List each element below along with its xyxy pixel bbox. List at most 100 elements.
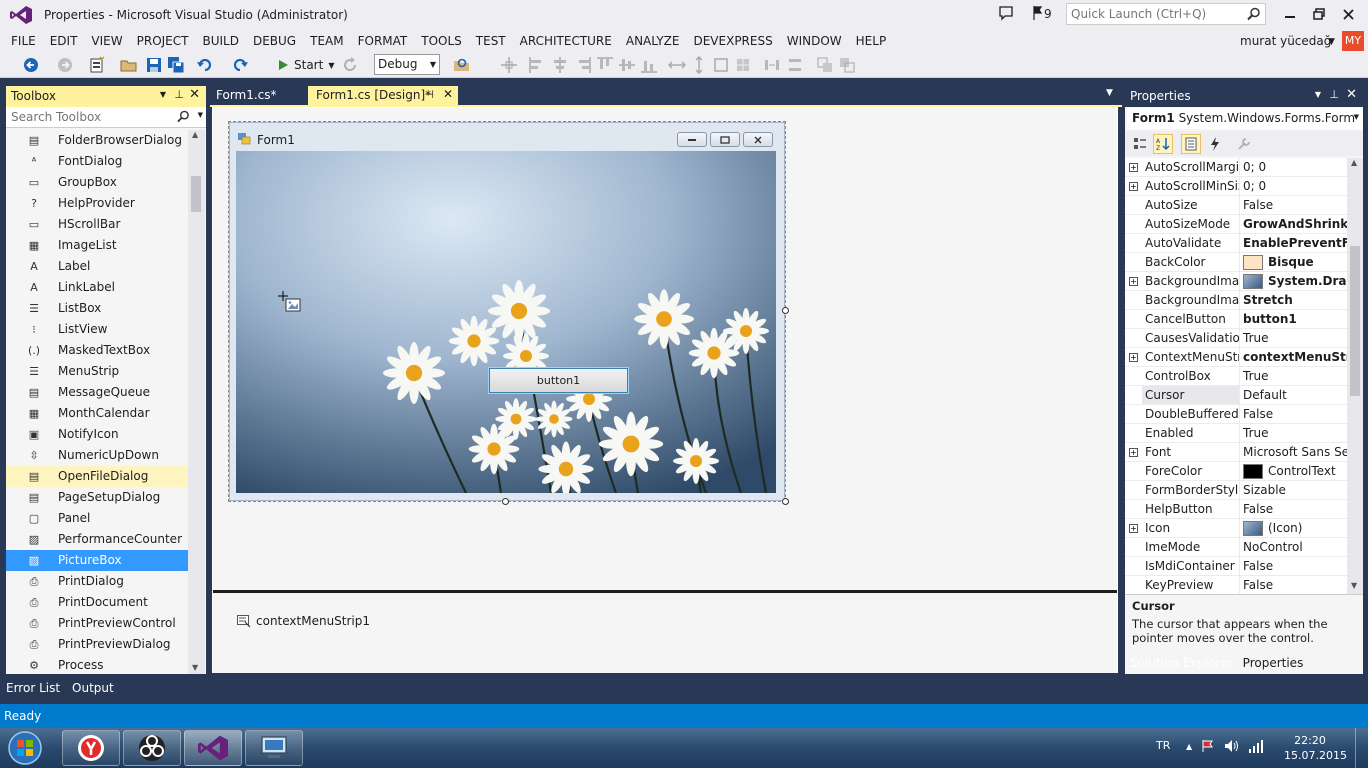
property-row[interactable]: +ContextMenuStripcontextMenuStrip1 [1125, 348, 1347, 367]
toolbox-item[interactable]: ᴬ FontDialog [6, 151, 188, 172]
menu-debug[interactable]: DEBUG [246, 30, 303, 52]
property-value[interactable]: button1 [1240, 310, 1347, 328]
properties-options-chevron-icon[interactable]: ▼ [1315, 90, 1321, 99]
toolbox-item[interactable]: ? HelpProvider [6, 193, 188, 214]
toolbox-search-input[interactable] [6, 107, 176, 127]
button1-control[interactable]: button1 [489, 368, 628, 393]
tab-solution-explorer[interactable]: Solution Explorer [1125, 652, 1238, 674]
open-file-icon[interactable] [120, 56, 138, 74]
expand-icon[interactable]: + [1125, 272, 1142, 290]
property-row[interactable]: AutoSize False [1125, 196, 1347, 215]
navigate-forward-icon[interactable] [56, 56, 74, 74]
windows-start-button[interactable] [4, 729, 46, 767]
property-row[interactable]: CancelButton button1 [1125, 310, 1347, 329]
size-to-grid-icon[interactable] [734, 56, 752, 74]
menu-test[interactable]: TEST [469, 30, 513, 52]
tab-pin-icon[interactable]: ⊣ [424, 88, 434, 101]
new-project-icon[interactable] [88, 56, 106, 74]
property-value[interactable]: False [1240, 500, 1347, 518]
avatar[interactable]: MY [1342, 31, 1364, 51]
menu-format[interactable]: FORMAT [351, 30, 415, 52]
property-pages-icon[interactable] [1234, 134, 1254, 154]
menu-analyze[interactable]: ANALYZE [619, 30, 687, 52]
toolbox-item[interactable]: A LinkLabel [6, 277, 188, 298]
toolbox-item[interactable]: ⎙ PrintPreviewControl [6, 613, 188, 634]
align-lefts-icon[interactable] [528, 56, 546, 74]
property-row[interactable]: BackColor Bisque [1125, 253, 1347, 272]
tab-output[interactable]: Output [66, 678, 120, 700]
menu-help[interactable]: HELP [849, 30, 894, 52]
resize-handle-bottom-right[interactable] [782, 498, 789, 505]
toolbox-scrollbar-thumb[interactable] [191, 176, 201, 212]
align-middles-icon[interactable] [618, 56, 636, 74]
property-value[interactable]: NoControl [1240, 538, 1347, 556]
property-row[interactable]: KeyPreview False [1125, 576, 1347, 594]
search-options-chevron-icon[interactable]: ▼ [198, 111, 203, 119]
restore-button[interactable] [1307, 4, 1331, 24]
expand-icon[interactable]: + [1125, 348, 1142, 366]
toolbox-item[interactable]: ▤ MessageQueue [6, 382, 188, 403]
make-same-width-icon[interactable] [668, 56, 686, 74]
tab-close-icon[interactable]: ✕ [443, 87, 453, 101]
resize-handle-bottom[interactable] [502, 498, 509, 505]
object-selector-chevron-icon[interactable]: ▼ [1354, 113, 1359, 121]
redo-icon[interactable] [231, 56, 249, 74]
resize-handle-right[interactable] [782, 307, 789, 314]
tab-overflow-chevron-icon[interactable]: ▼ [1106, 88, 1113, 98]
menu-architecture[interactable]: ARCHITECTURE [513, 30, 619, 52]
properties-view-icon[interactable] [1181, 134, 1201, 154]
align-centers-icon[interactable] [551, 56, 569, 74]
user-menu-chevron-icon[interactable]: ▼ [1328, 37, 1335, 47]
system-clock[interactable]: 22:20 15.07.2015 [1284, 733, 1347, 763]
property-value[interactable]: False [1240, 196, 1347, 214]
property-value[interactable]: ControlText [1240, 462, 1347, 480]
menu-build[interactable]: BUILD [195, 30, 245, 52]
obs-icon[interactable] [123, 730, 181, 766]
vertical-spacing-icon[interactable] [786, 56, 804, 74]
align-rights-icon[interactable] [574, 56, 592, 74]
menu-view[interactable]: VIEW [84, 30, 129, 52]
property-value[interactable]: False [1240, 557, 1347, 575]
tab-form1-code[interactable]: Form1.cs* [210, 86, 283, 106]
toolbox-item[interactable]: ☰ MenuStrip [6, 361, 188, 382]
alphabetical-view-icon[interactable]: AZ [1153, 134, 1173, 154]
user-name[interactable]: murat yücedağ [1240, 34, 1331, 48]
expand-icon[interactable]: + [1125, 177, 1142, 195]
toolbox-item[interactable]: ▭ GroupBox [6, 172, 188, 193]
property-row[interactable]: +FontMicrosoft Sans Serif; 8,25pt [1125, 443, 1347, 462]
property-value[interactable]: 0; 0 [1240, 177, 1347, 195]
make-same-height-icon[interactable] [690, 56, 708, 74]
property-value[interactable]: Stretch [1240, 291, 1347, 309]
bring-to-front-icon[interactable] [816, 56, 834, 74]
properties-header[interactable]: Properties ▼ ⊥ ✕ [1125, 86, 1363, 107]
toolbox-item[interactable]: ▧ PictureBox [6, 550, 188, 571]
menu-edit[interactable]: EDIT [43, 30, 85, 52]
toolbox-item[interactable]: ☰ ListBox [6, 298, 188, 319]
property-row[interactable]: +AutoScrollMinSize0; 0 [1125, 177, 1347, 196]
events-view-icon[interactable] [1205, 134, 1225, 154]
property-value[interactable]: GrowAndShrink [1240, 215, 1347, 233]
property-row[interactable]: BackgroundImageLayoutStretch [1125, 291, 1347, 310]
toolbox-search-box[interactable]: ▼ [6, 107, 206, 128]
toolbox-item[interactable]: (.) MaskedTextBox [6, 340, 188, 361]
toolbox-header[interactable]: Toolbox ▼ ⊥ ✕ [6, 86, 206, 107]
property-row[interactable]: ForeColor ControlText [1125, 462, 1347, 481]
network-signal-icon[interactable] [1248, 738, 1264, 754]
toolbox-item[interactable]: ⎙ PrintDialog [6, 571, 188, 592]
toolbox-item[interactable]: ▣ NotifyIcon [6, 424, 188, 445]
property-value[interactable]: True [1240, 329, 1347, 347]
expand-icon[interactable]: + [1125, 158, 1142, 176]
tab-properties[interactable]: Properties [1237, 652, 1309, 674]
property-row[interactable]: HelpButton False [1125, 500, 1347, 519]
align-bottoms-icon[interactable] [640, 56, 658, 74]
tab-error-list[interactable]: Error List [0, 678, 66, 700]
property-value[interactable]: False [1240, 405, 1347, 423]
menu-team[interactable]: TEAM [303, 30, 350, 52]
align-tops-icon[interactable] [596, 56, 614, 74]
horizontal-spacing-icon[interactable] [763, 56, 781, 74]
toolbox-item[interactable]: ▤ FolderBrowserDialog [6, 130, 188, 151]
find-in-files-icon[interactable] [453, 56, 471, 74]
minimize-button[interactable] [1278, 4, 1302, 24]
menu-tools[interactable]: TOOLS [414, 30, 469, 52]
toolbox-item[interactable]: ▨ PerformanceCounter [6, 529, 188, 550]
